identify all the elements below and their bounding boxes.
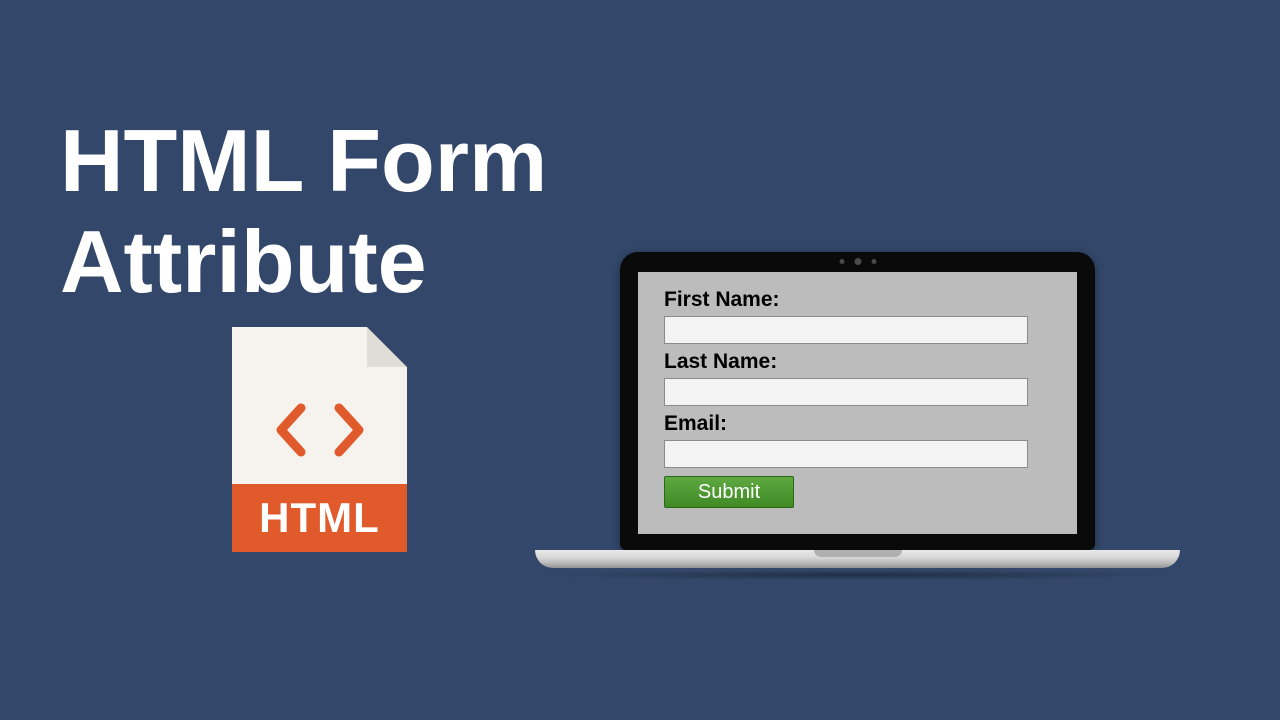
title-line-2: Attribute [60,211,547,312]
laptop-frame: First Name: Last Name: Email: Submit [620,252,1095,550]
last-name-input[interactable] [664,378,1028,406]
email-label: Email: [664,412,1051,436]
email-input[interactable] [664,440,1028,468]
last-name-label: Last Name: [664,350,1051,374]
code-brackets-icon [271,402,369,458]
laptop-base [535,550,1180,568]
submit-button[interactable]: Submit [664,476,794,508]
laptop-illustration: First Name: Last Name: Email: Submit [620,252,1095,580]
first-name-label: First Name: [664,288,1051,312]
html-file-icon: HTML [232,327,407,552]
first-name-input[interactable] [664,316,1028,344]
file-fold [367,327,407,367]
laptop-screen: First Name: Last Name: Email: Submit [638,272,1077,534]
laptop-shadow [535,570,1180,580]
page-title: HTML Form Attribute [60,110,547,312]
title-line-1: HTML Form [60,110,547,211]
file-label: HTML [232,484,407,552]
camera-dots [839,259,876,265]
